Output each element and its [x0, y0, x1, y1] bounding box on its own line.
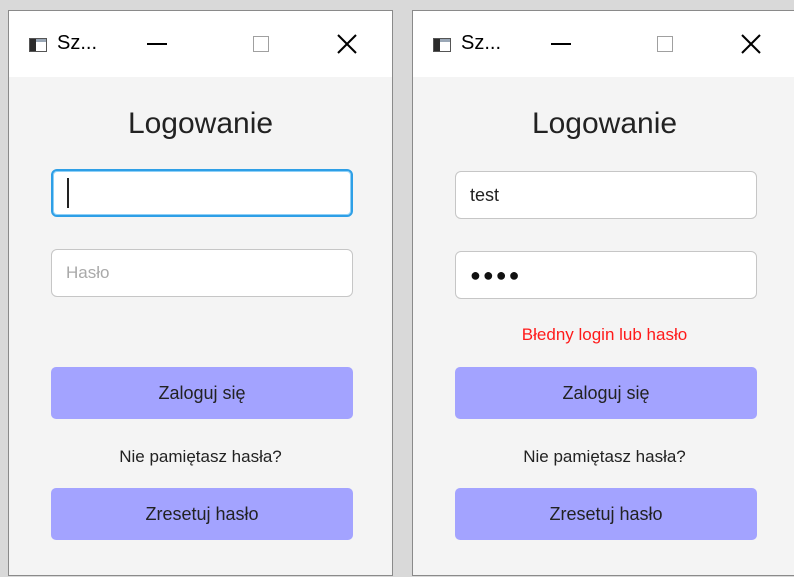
minimize-icon	[147, 43, 167, 45]
window-title: Sz...	[461, 32, 502, 54]
login-input-value: test	[470, 184, 500, 205]
close-icon	[741, 34, 761, 54]
close-button[interactable]	[327, 27, 367, 61]
app-icon	[433, 38, 451, 52]
minimize-icon	[551, 43, 571, 45]
close-icon	[337, 34, 357, 54]
error-message: Błedny login lub hasło	[521, 325, 688, 344]
forgot-password-text: Nie pamiętasz hasła?	[523, 447, 686, 466]
page-title: Logowanie	[127, 107, 274, 140]
maximize-icon	[253, 36, 269, 52]
login-window-empty: Sz... Logowanie Hasło Zaloguj się Nie pa…	[8, 10, 393, 576]
login-input[interactable]	[51, 169, 353, 217]
page-title: Logowanie	[531, 107, 678, 140]
window-title: Sz...	[57, 32, 98, 54]
title-bar[interactable]: Sz...	[9, 11, 392, 77]
login-window-error: Sz... Logowanie test ●●●● Błedny login l…	[412, 10, 794, 576]
reset-password-button[interactable]: Zresetuj hasło	[455, 488, 757, 540]
password-input[interactable]: ●●●●	[455, 251, 757, 299]
login-button[interactable]: Zaloguj się	[51, 367, 353, 419]
title-bar[interactable]: Sz...	[413, 11, 794, 77]
login-button[interactable]: Zaloguj się	[455, 367, 757, 419]
maximize-icon	[657, 36, 673, 52]
password-input[interactable]: Hasło	[51, 249, 353, 297]
maximize-button[interactable]	[241, 27, 281, 61]
password-masked-value: ●●●●	[470, 264, 522, 285]
forgot-password-text: Nie pamiętasz hasła?	[119, 447, 282, 466]
minimize-button[interactable]	[137, 27, 177, 61]
close-button[interactable]	[731, 27, 771, 61]
reset-password-button[interactable]: Zresetuj hasło	[51, 488, 353, 540]
text-caret	[67, 178, 69, 208]
password-placeholder: Hasło	[66, 263, 110, 282]
maximize-button[interactable]	[645, 27, 685, 61]
app-icon	[29, 38, 47, 52]
minimize-button[interactable]	[541, 27, 581, 61]
login-input[interactable]: test	[455, 171, 757, 219]
